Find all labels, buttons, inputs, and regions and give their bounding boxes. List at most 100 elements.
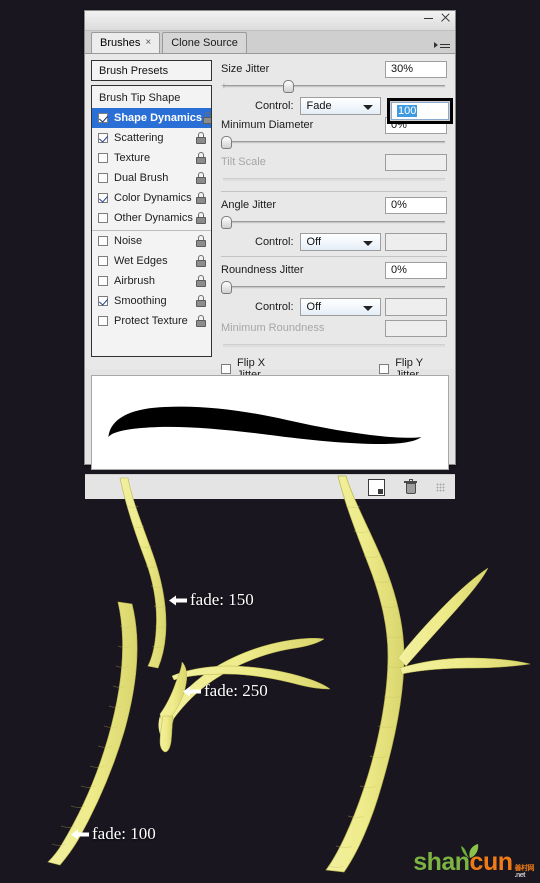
angle-control-dropdown[interactable]: Off <box>299 232 381 251</box>
angle-jitter-knob[interactable] <box>221 216 232 229</box>
option-checkbox[interactable] <box>98 276 108 286</box>
option-checkbox[interactable] <box>98 133 108 143</box>
roundness-jitter-row: Roundness Jitter 0% <box>221 261 447 279</box>
option-label: Airbrush <box>114 275 155 287</box>
chevron-down-icon <box>363 104 373 110</box>
minimize-icon[interactable] <box>423 12 434 23</box>
panel-titlebar <box>85 11 455 31</box>
size-jitter-value[interactable]: 30% <box>385 60 447 78</box>
lock-icon[interactable] <box>195 235 207 247</box>
minimum-diameter-label: Minimum Diameter <box>221 119 314 131</box>
option-checkbox[interactable] <box>98 236 108 246</box>
angle-jitter-slider[interactable] <box>221 215 447 229</box>
roundness-control-row: Control: Off <box>221 297 447 316</box>
artwork-canvas: fade: 150 fade: 250 fade: 100 <box>0 466 540 883</box>
close-icon[interactable] <box>440 12 451 23</box>
option-label: Texture <box>114 152 151 164</box>
option-checkbox[interactable] <box>98 193 108 203</box>
size-control-label: Control: <box>255 99 294 112</box>
tab-clone-source[interactable]: Clone Source <box>162 32 247 53</box>
tab-brushes[interactable]: Brushes × <box>91 32 161 53</box>
lock-icon[interactable] <box>202 112 211 124</box>
minimum-roundness-row: Minimum Roundness <box>221 319 447 337</box>
option-brush-tip-shape[interactable]: Brush Tip Shape <box>92 88 211 108</box>
option-scattering[interactable]: Scattering <box>92 128 211 148</box>
annotation-text: fade: 150 <box>190 590 254 609</box>
option-label: Dual Brush <box>114 172 169 184</box>
panel-menu-icon[interactable] <box>434 38 450 52</box>
option-smoothing[interactable]: Smoothing <box>92 291 211 311</box>
left-arrow-icon <box>71 829 89 839</box>
option-label: Brush Tip Shape <box>99 92 181 104</box>
tab-clone-source-label: Clone Source <box>171 37 238 49</box>
option-wet-edges[interactable]: Wet Edges <box>92 251 211 271</box>
option-label: Protect Texture <box>114 315 188 327</box>
option-checkbox[interactable] <box>98 316 108 326</box>
option-texture[interactable]: Texture <box>92 148 211 168</box>
angle-jitter-value[interactable]: 0% <box>385 196 447 214</box>
option-checkbox[interactable] <box>98 113 108 123</box>
leaf-icon <box>461 844 479 858</box>
minimum-diameter-slider[interactable] <box>221 135 447 149</box>
left-arrow-icon <box>183 686 201 696</box>
watermark-net: .net <box>514 872 526 879</box>
option-other-dynamics[interactable]: Other Dynamics <box>92 208 211 228</box>
roundness-control-label: Control: <box>255 300 294 313</box>
lock-icon[interactable] <box>195 315 207 327</box>
option-airbrush[interactable]: Airbrush <box>92 271 211 291</box>
option-shape-dynamics[interactable]: Shape Dynamics <box>92 108 211 128</box>
lock-icon[interactable] <box>195 132 207 144</box>
branch-fade-250-end <box>159 715 174 753</box>
left-arrow-icon <box>169 595 187 605</box>
option-checkbox[interactable] <box>98 173 108 183</box>
window-controls <box>423 12 451 23</box>
minimum-diameter-knob[interactable] <box>221 136 232 149</box>
annotation-text: fade: 100 <box>92 824 156 843</box>
option-checkbox[interactable] <box>98 256 108 266</box>
option-color-dynamics[interactable]: Color Dynamics <box>92 188 211 208</box>
roundness-jitter-slider[interactable] <box>221 280 447 294</box>
option-label: Noise <box>114 235 143 247</box>
lock-icon[interactable] <box>195 152 207 164</box>
fade-value-input[interactable]: 100 <box>391 102 449 120</box>
watermark-cn: 善村网 <box>514 865 535 872</box>
angle-control-row: Control: Off <box>221 232 447 251</box>
angle-control-value: Off <box>306 235 322 248</box>
option-protect-texture[interactable]: Protect Texture <box>92 311 211 331</box>
roundness-control-dropdown[interactable]: Off <box>299 297 381 316</box>
lock-icon[interactable] <box>195 255 207 267</box>
brush-presets-button[interactable]: Brush Presets <box>91 60 212 81</box>
roundness-jitter-label: Roundness Jitter <box>221 264 304 276</box>
option-checkbox[interactable] <box>98 153 108 163</box>
size-jitter-knob[interactable] <box>283 80 294 93</box>
size-control-dropdown[interactable]: Fade <box>299 96 381 115</box>
shape-dynamics-settings: Size Jitter 30% ⊹ Control: Fade 100 Mini… <box>217 54 455 381</box>
angle-jitter-label: Angle Jitter <box>221 199 277 211</box>
panel-body: Brush Presets Brush Tip Shape Shape Dyna… <box>85 54 455 381</box>
size-jitter-slider[interactable]: ⊹ <box>221 79 447 93</box>
annotation-fade-150: fade: 150 <box>168 590 254 610</box>
lock-icon[interactable] <box>195 192 207 204</box>
option-label: Wet Edges <box>114 255 168 267</box>
option-noise[interactable]: Noise <box>92 230 211 251</box>
option-dual-brush[interactable]: Dual Brush <box>92 168 211 188</box>
tab-close-icon[interactable]: × <box>145 33 151 53</box>
roundness-jitter-value[interactable]: 0% <box>385 261 447 279</box>
annotation-text: fade: 250 <box>204 681 268 700</box>
lock-icon[interactable] <box>195 172 207 184</box>
roundness-jitter-knob[interactable] <box>221 281 232 294</box>
checkbox[interactable] <box>379 364 390 374</box>
option-checkbox[interactable] <box>98 213 108 223</box>
checkbox[interactable] <box>221 364 231 374</box>
fade-value-focus-ring: 100 <box>387 98 453 124</box>
tilt-scale-row: Tilt Scale <box>221 153 447 171</box>
lock-icon[interactable] <box>195 295 207 307</box>
brush-stroke-svg <box>108 406 422 444</box>
lock-icon[interactable] <box>195 212 207 224</box>
panel-tabs: Brushes × Clone Source <box>85 31 455 54</box>
option-checkbox[interactable] <box>98 296 108 306</box>
lock-icon[interactable] <box>195 275 207 287</box>
fade-value-text: 100 <box>397 105 418 117</box>
minimum-roundness-value <box>385 319 447 337</box>
brush-options-list: Brush Presets Brush Tip Shape Shape Dyna… <box>85 54 217 369</box>
